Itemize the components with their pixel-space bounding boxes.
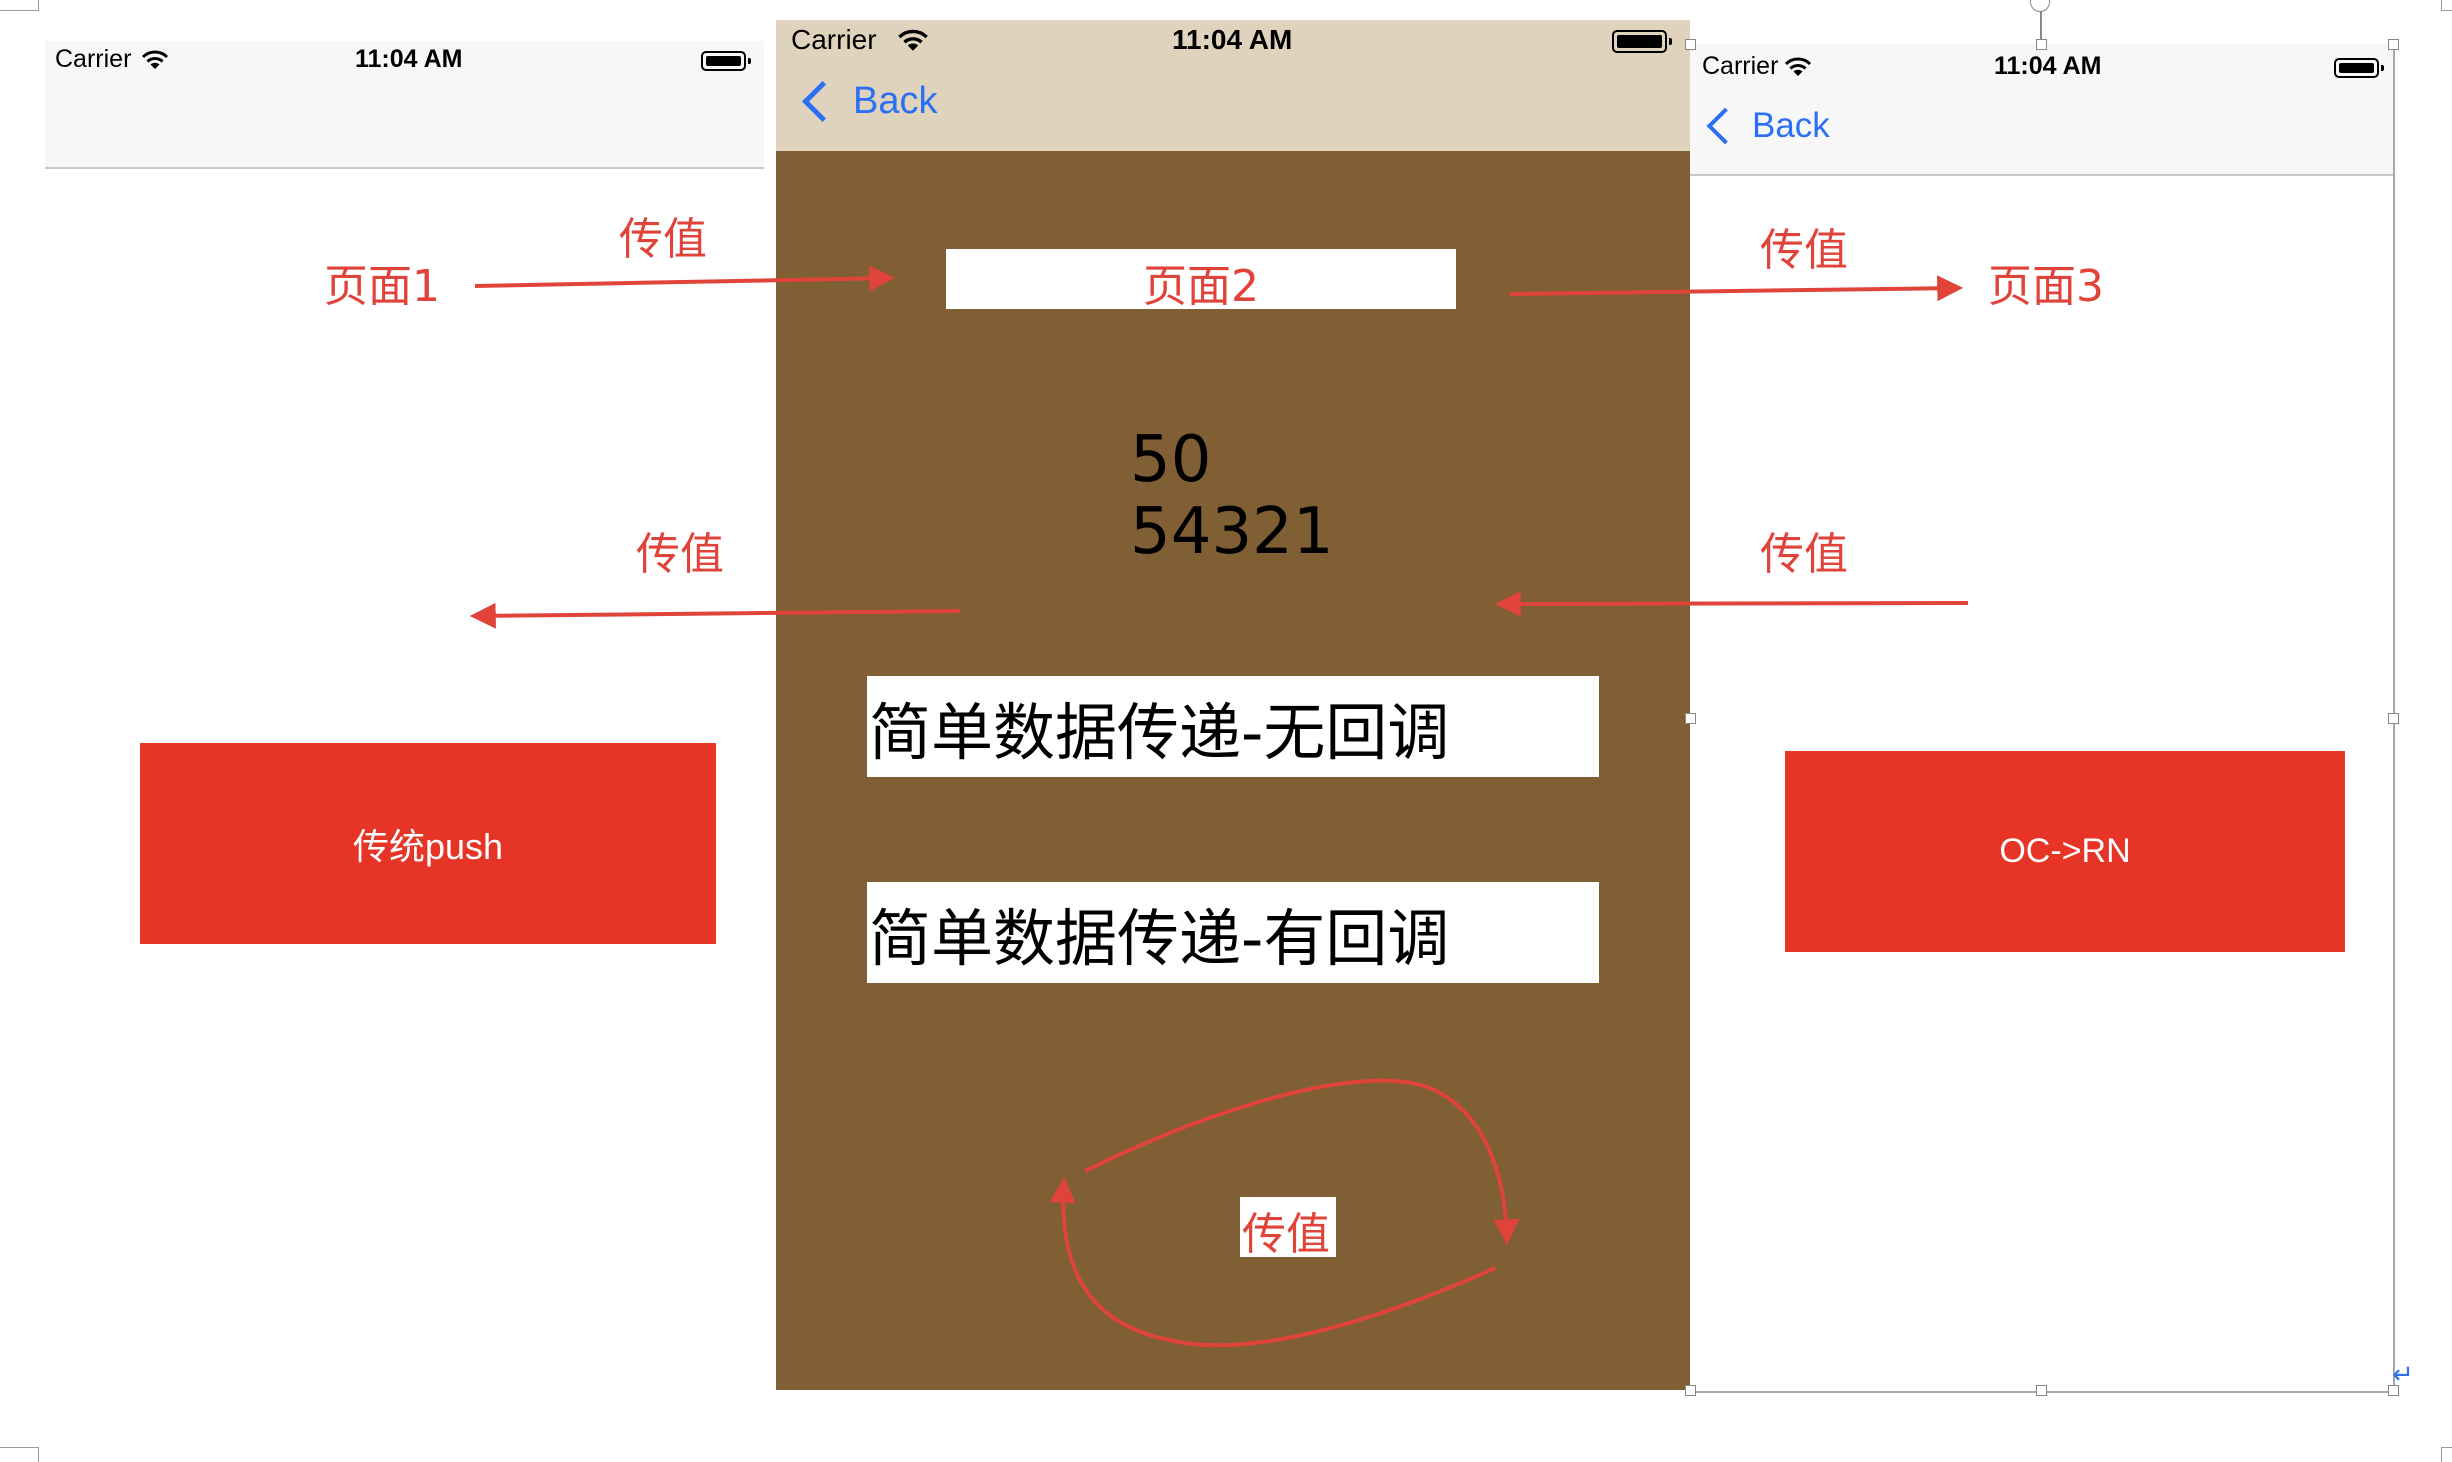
- annotation-arrows: [469, 265, 1969, 1348]
- annotation-page1: 页面1: [324, 261, 440, 312]
- annotation-page3: 页面3: [1988, 261, 2104, 312]
- annotation-pass-value: 传值: [1760, 529, 1848, 580]
- arrow-page2-to-page3: [1509, 275, 1964, 302]
- annotation-pass-value: 传值: [1242, 1209, 1330, 1260]
- arrow-page3-to-page2: [1494, 590, 1969, 617]
- arrow-page2-to-page1: [469, 602, 961, 629]
- annotation-pass-value: 传值: [636, 529, 724, 580]
- annotation-pass-value: 传值: [1760, 225, 1848, 276]
- arrow-page1-to-page2: [474, 265, 896, 292]
- annotation-pass-value: 传值: [619, 214, 707, 265]
